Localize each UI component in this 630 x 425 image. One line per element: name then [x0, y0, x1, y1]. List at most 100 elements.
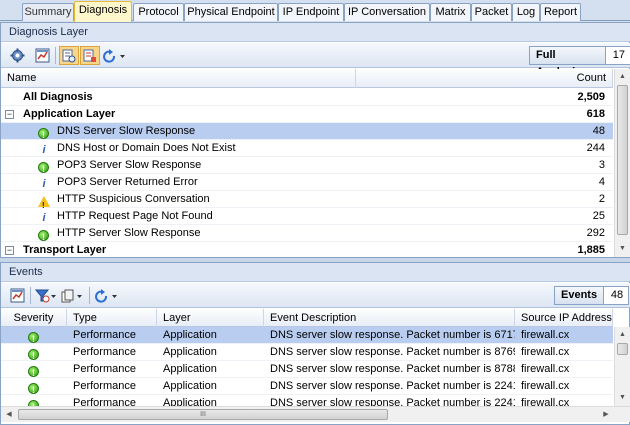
column-header-event-description[interactable]: Event Description — [264, 309, 515, 328]
event-description-cell: DNS server slow response. Packet number … — [270, 363, 515, 375]
full-analysis-counter: Full Analysis 17 — [529, 46, 630, 78]
events-grid-header: Severity Type Layer Event Description So… — [1, 309, 613, 328]
event-layer-cell: Application — [163, 329, 217, 341]
tab-protocol[interactable]: Protocol — [133, 3, 184, 21]
tree-row-name: DNS Host or Domain Does Not Exist — [57, 142, 236, 154]
event-type-cell: Performance — [73, 363, 136, 375]
event-layer-cell: Application — [163, 380, 217, 392]
events-counter: Events 48 — [554, 286, 630, 305]
events-counter-label: Events — [555, 287, 605, 304]
events-counter-value: 48 — [610, 289, 624, 301]
scroll-thumb[interactable] — [617, 343, 628, 355]
tab-ip-conversation[interactable]: IP Conversation — [344, 3, 430, 21]
scroll-down-arrow-icon[interactable]: ▼ — [615, 390, 630, 406]
tree-row-count: 3 — [598, 159, 605, 171]
tree-row[interactable]: i DNS Host or Domain Does Not Exist 244 — [1, 140, 613, 157]
event-source-ip-cell: firewall.cx — [521, 380, 570, 392]
column-header-severity[interactable]: Severity — [1, 309, 67, 328]
events-toolbar: Events 48 — [1, 283, 630, 308]
tree-row-name: HTTP Request Page Not Found — [57, 210, 213, 222]
toolbar-separator — [89, 287, 90, 304]
events-horizontal-scrollbar[interactable]: ◀ III ▶ — [1, 406, 630, 422]
event-source-ip-cell: firewall.cx — [521, 329, 570, 341]
refresh-dropdown-icon[interactable] — [101, 46, 127, 65]
settings-icon[interactable] — [7, 46, 27, 65]
tab-log[interactable]: Log — [512, 3, 540, 21]
full-analysis-value: 17 — [612, 49, 625, 61]
tab-summary[interactable]: Summary — [22, 3, 74, 21]
tab-ip-endpoint[interactable]: IP Endpoint — [278, 3, 344, 21]
tree-row[interactable]: HTTP Server Slow Response 292 — [1, 225, 613, 246]
tab-bar: Summary Diagnosis Protocol Physical Endp… — [0, 0, 630, 22]
full-analysis-label: Full Analysis — [530, 47, 606, 78]
filter-dropdown-icon[interactable] — [34, 286, 58, 305]
tab-matrix[interactable]: Matrix — [430, 3, 471, 21]
tab-packet[interactable]: Packet — [471, 3, 512, 21]
column-header-name[interactable]: Name — [1, 69, 356, 88]
event-row[interactable]: Performance Application DNS server slow re… — [1, 327, 613, 348]
event-description-cell: DNS server slow response. Packet number … — [270, 346, 515, 358]
filter-view-icon[interactable] — [59, 46, 79, 65]
event-row[interactable]: Performance Application DNS server slow re… — [1, 378, 613, 399]
highlight-view-icon[interactable] — [80, 46, 100, 65]
collapse-icon[interactable]: − — [5, 110, 14, 119]
tree-row-count: 244 — [586, 142, 605, 154]
event-description-cell: DNS server slow response. Packet number … — [270, 329, 515, 341]
tree-row-name: POP3 Server Returned Error — [57, 176, 198, 188]
tree-group-row[interactable]: − Application Layer 618 — [1, 106, 613, 123]
tree-row-count: 2 — [598, 193, 605, 205]
tree-row-count: 618 — [586, 108, 605, 120]
event-type-cell: Performance — [73, 346, 136, 358]
tree-group-row[interactable]: − Transport Layer 1,885 — [1, 242, 613, 259]
column-header-layer[interactable]: Layer — [157, 309, 264, 328]
tree-row-name: All Diagnosis — [23, 91, 93, 103]
tree-row-name: POP3 Server Slow Response — [57, 159, 202, 171]
scroll-down-arrow-icon[interactable]: ▼ — [615, 241, 630, 257]
tree-row[interactable]: POP3 Server Slow Response 3 — [1, 157, 613, 178]
tab-physical-endpoint[interactable]: Physical Endpoint — [184, 3, 278, 21]
tree-row-name: DNS Server Slow Response — [57, 125, 196, 137]
diagnosis-vertical-scrollbar[interactable]: ▲ ▼ — [614, 69, 630, 257]
refresh-dropdown-icon[interactable] — [93, 286, 119, 305]
diagnosis-panel: Diagnosis Layer Full Analysis 17 Name Co… — [0, 22, 630, 259]
toolbar-separator — [55, 47, 56, 64]
event-type-cell: Performance — [73, 329, 136, 341]
events-panel-title: Events — [1, 263, 630, 282]
tree-row-name: HTTP Server Slow Response — [57, 227, 201, 239]
tree-row-count: 4 — [598, 176, 605, 188]
diagnosis-toolbar: Full Analysis 17 — [1, 43, 630, 78]
tree-row-name: Application Layer — [23, 108, 116, 120]
scroll-thumb[interactable] — [617, 85, 628, 235]
tree-row-count: 1,885 — [577, 244, 605, 256]
scroll-right-arrow-icon[interactable]: ▶ — [598, 407, 614, 422]
collapse-icon[interactable]: − — [5, 246, 14, 255]
tree-row[interactable]: i HTTP Request Page Not Found 25 — [1, 208, 613, 225]
chart-icon[interactable] — [32, 46, 52, 65]
column-header-count[interactable]: Count — [356, 69, 613, 88]
scroll-up-arrow-icon[interactable]: ▲ — [615, 69, 630, 85]
tab-diagnosis[interactable]: Diagnosis — [74, 1, 132, 22]
tree-group-row[interactable]: All Diagnosis 2,509 — [1, 89, 613, 106]
event-type-cell: Performance — [73, 380, 136, 392]
tree-row[interactable]: i POP3 Server Returned Error 4 — [1, 174, 613, 191]
tree-row-count: 25 — [592, 210, 605, 222]
event-row[interactable]: Performance Application DNS server slow re… — [1, 361, 613, 382]
copy-dropdown-icon[interactable] — [60, 286, 84, 305]
tab-report[interactable]: Report — [540, 3, 581, 21]
column-header-source-ip[interactable]: Source IP Address — [515, 309, 613, 328]
chart-icon[interactable] — [7, 286, 27, 305]
toolbar-separator — [30, 287, 31, 304]
event-description-cell: DNS server slow response. Packet number … — [270, 380, 515, 392]
scroll-up-arrow-icon[interactable]: ▲ — [615, 327, 630, 343]
tree-row-name: Transport Layer — [23, 244, 107, 256]
horizontal-scroll-thumb[interactable]: III — [18, 409, 388, 420]
column-header-type[interactable]: Type — [67, 309, 157, 328]
tree-row[interactable]: DNS Server Slow Response 48 — [1, 123, 613, 144]
tree-row[interactable]: HTTP Suspicious Conversation 2 — [1, 191, 613, 214]
event-row[interactable]: Performance Application DNS server slow re… — [1, 344, 613, 365]
tree-row-count: 48 — [592, 125, 605, 137]
events-panel: Events Events 48 Severity Type Layer Eve… — [0, 262, 630, 425]
event-layer-cell: Application — [163, 346, 217, 358]
scroll-left-arrow-icon[interactable]: ◀ — [1, 407, 17, 422]
events-vertical-scrollbar[interactable]: ▲ ▼ — [614, 327, 630, 406]
